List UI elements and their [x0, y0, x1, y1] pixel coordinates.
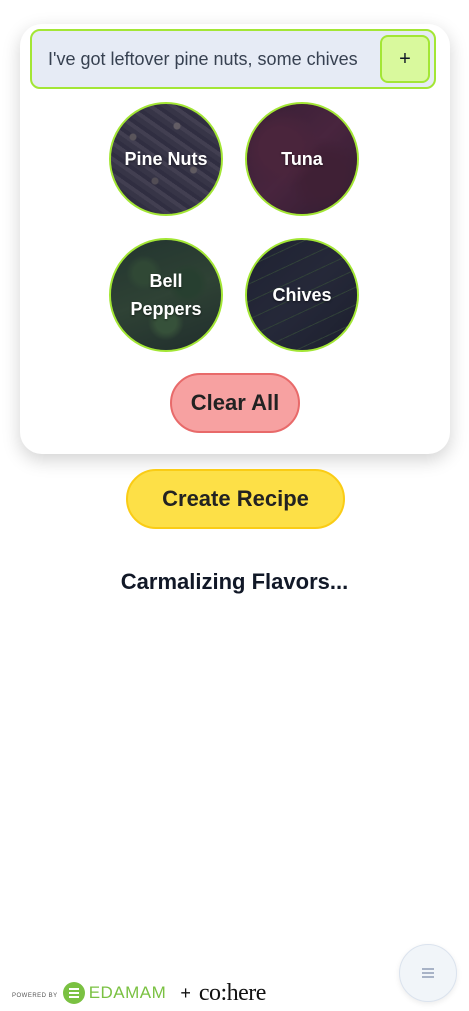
cohere-logo-text: co:here	[198, 979, 267, 1006]
edamam-logo-icon	[62, 982, 85, 1004]
loading-status-text: Carmalizing Flavors...	[120, 569, 349, 594]
menu-icon	[422, 968, 434, 978]
clear-all-button[interactable]: Clear All	[170, 373, 300, 433]
ingredient-chip-label: Tuna	[281, 149, 323, 169]
plus-icon: +	[399, 47, 411, 70]
ingredient-input[interactable]	[32, 31, 378, 87]
ingredient-chip-label: Chives	[272, 285, 332, 305]
ingredient-chip-tuna[interactable]: Tuna	[245, 102, 359, 216]
ingredient-chip-bell-peppers[interactable]: Bell Peppers	[109, 238, 223, 352]
ingredient-card: + Pine Nuts Tuna Bell Peppers Chives Cle…	[20, 24, 450, 454]
powered-by-label: POWERED BY	[12, 993, 58, 999]
ingredient-input-row: +	[30, 29, 436, 89]
footer-credits: POWERED BY EDAMAM + co:here	[12, 978, 266, 1008]
edamam-logo-text: EDAMAM	[88, 983, 167, 1002]
create-recipe-button[interactable]: Create Recipe	[126, 469, 345, 529]
ingredient-chip-label: Bell Peppers	[130, 271, 202, 319]
add-ingredient-button[interactable]: +	[380, 35, 430, 83]
page: + Pine Nuts Tuna Bell Peppers Chives Cle…	[0, 0, 469, 1011]
footer-plus-separator: +	[180, 982, 191, 1003]
ingredient-chip-label: Pine Nuts	[124, 149, 208, 169]
ingredient-chip-chives[interactable]: Chives	[245, 238, 359, 352]
menu-button[interactable]	[399, 944, 457, 1002]
ingredient-chip-pine-nuts[interactable]: Pine Nuts	[109, 102, 223, 216]
